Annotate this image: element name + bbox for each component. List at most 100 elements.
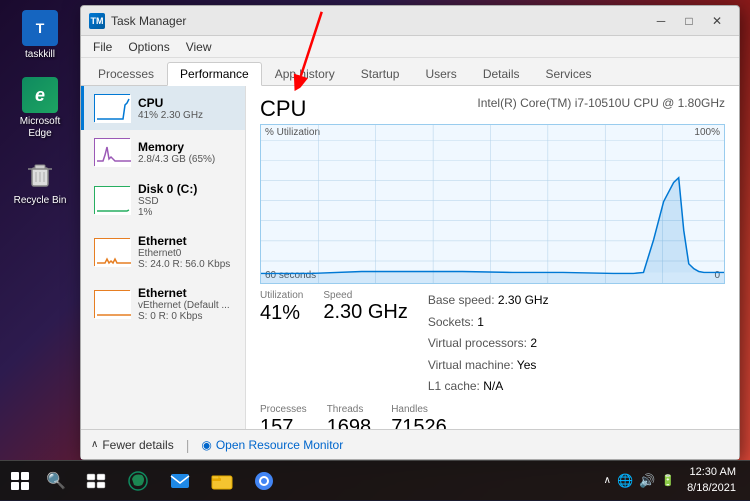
- vm-label: Virtual machine:: [428, 358, 514, 372]
- sidebar-item-memory[interactable]: Memory 2.8/4.3 GB (65%): [81, 130, 245, 174]
- windows-icon: [11, 472, 29, 490]
- sockets-value: 1: [477, 315, 484, 329]
- cpu-panel-title: CPU: [260, 96, 306, 122]
- minimize-button[interactable]: ─: [647, 7, 675, 35]
- ethernet1-thumbnail: [94, 238, 130, 266]
- tab-performance[interactable]: Performance: [167, 62, 262, 86]
- battery-icon: 🔋: [661, 474, 675, 487]
- taskbar-mail[interactable]: [160, 462, 200, 500]
- maximize-button[interactable]: □: [675, 7, 703, 35]
- ethernet2-name: Ethernet: [138, 286, 235, 300]
- desktop-icon-taskkill[interactable]: T taskkill: [10, 10, 70, 61]
- window-controls: ─ □ ✕: [647, 7, 731, 35]
- sidebar-item-ethernet1[interactable]: Ethernet Ethernet0 S: 24.0 R: 56.0 Kbps: [81, 226, 245, 278]
- utilization-value: 41%: [260, 301, 303, 325]
- processes-label: Processes: [260, 404, 307, 415]
- ethernet1-info: Ethernet Ethernet0 S: 24.0 R: 56.0 Kbps: [138, 234, 235, 270]
- sockets-label: Sockets:: [428, 315, 474, 329]
- l1cache-row: L1 cache: N/A: [428, 376, 549, 398]
- disk-sub: 1%: [138, 207, 235, 218]
- volume-icon[interactable]: 🔊: [639, 473, 655, 489]
- taskbar: 🔍 ∧ 🌐 🔊 🔋 12:30 AM: [0, 460, 750, 500]
- chevron-up-icon: ∧: [91, 439, 98, 450]
- show-hidden-icon[interactable]: ∧: [604, 475, 611, 486]
- vm-row: Virtual machine: Yes: [428, 355, 549, 377]
- menu-file[interactable]: File: [85, 38, 120, 56]
- tab-app-history[interactable]: App history: [262, 62, 348, 85]
- ethernet2-info: Ethernet vEthernet (Default ... S: 0 R: …: [138, 286, 235, 322]
- ethernet1-sub2: Ethernet0: [138, 248, 235, 259]
- open-resource-monitor-link[interactable]: ◉ Open Resource Monitor: [201, 438, 343, 452]
- taskbar-taskview[interactable]: [76, 462, 116, 500]
- utilization-block: Utilization 41%: [260, 290, 303, 398]
- ethernet2-sub: S: 0 R: 0 Kbps: [138, 311, 235, 322]
- ethernet1-sub: S: 24.0 R: 56.0 Kbps: [138, 259, 235, 270]
- cpu-name: CPU: [138, 96, 235, 110]
- menu-view[interactable]: View: [178, 38, 220, 56]
- clock-date: 8/18/2021: [687, 481, 736, 496]
- threads-value: 1698: [327, 415, 372, 429]
- threads-block: Threads 1698: [327, 404, 372, 429]
- sidebar-item-ethernet2[interactable]: Ethernet vEthernet (Default ... S: 0 R: …: [81, 278, 245, 330]
- main-stats: Utilization 41% Speed 2.30 GHz Base spee…: [260, 290, 549, 398]
- speed-label: Speed: [323, 290, 407, 301]
- vproc-row: Virtual processors: 2: [428, 333, 549, 355]
- window-title: Task Manager: [111, 14, 647, 28]
- handles-block: Handles 71526: [391, 404, 447, 429]
- cpu-chart: % Utilization 100% 60 seconds 0: [260, 124, 725, 284]
- cpu-detail-panel: CPU Intel(R) Core(TM) i7-10510U CPU @ 1.…: [246, 86, 739, 429]
- base-speed-row: Base speed: 2.30 GHz: [428, 290, 549, 312]
- sidebar-item-cpu[interactable]: CPU 41% 2.30 GHz: [81, 86, 245, 130]
- processes-value: 157: [260, 415, 307, 429]
- search-icon: 🔍: [46, 471, 66, 491]
- cpu-info: CPU 41% 2.30 GHz: [138, 96, 235, 121]
- ethernet2-sub2: vEthernet (Default ...: [138, 300, 235, 311]
- taskbar-chrome[interactable]: [244, 462, 284, 500]
- desktop-icon-recycle[interactable]: Recycle Bin: [10, 156, 70, 207]
- network-icon[interactable]: 🌐: [617, 473, 633, 489]
- system-clock[interactable]: 12:30 AM 8/18/2021: [679, 465, 744, 496]
- second-stats-row: Processes 157 Threads 1698 Handles 71526: [260, 404, 725, 429]
- taskbar-explorer[interactable]: [202, 462, 242, 500]
- bottom-bar: ∧ Fewer details | ◉ Open Resource Monito…: [81, 429, 739, 459]
- desktop-icon-label-taskkill: taskkill: [25, 49, 55, 61]
- title-bar-icon: TM: [89, 13, 105, 29]
- sidebar-item-disk[interactable]: Disk 0 (C:) SSD 1%: [81, 174, 245, 226]
- tab-startup[interactable]: Startup: [348, 62, 413, 85]
- close-button[interactable]: ✕: [703, 7, 731, 35]
- desktop-icons: T taskkill e MicrosoftEdge Recycle Bin: [10, 10, 70, 207]
- cpu-chart-svg: [261, 125, 724, 283]
- base-speed-label: Base speed:: [428, 293, 495, 307]
- separator: |: [186, 437, 190, 453]
- cpu-model: Intel(R) Core(TM) i7-10510U CPU @ 1.80GH…: [477, 96, 725, 110]
- speed-value: 2.30 GHz: [323, 301, 407, 324]
- task-manager-window: TM Task Manager ─ □ ✕ File Options View …: [80, 5, 740, 460]
- sockets-row: Sockets: 1: [428, 312, 549, 334]
- clock-time: 12:30 AM: [687, 465, 736, 480]
- menu-options[interactable]: Options: [120, 38, 177, 56]
- tab-bar: Processes Performance App history Startu…: [81, 58, 739, 86]
- threads-label: Threads: [327, 404, 372, 415]
- open-resource-monitor-label: Open Resource Monitor: [216, 438, 343, 452]
- processes-block: Processes 157: [260, 404, 307, 429]
- tab-processes[interactable]: Processes: [85, 62, 167, 85]
- speed-block: Speed 2.30 GHz: [323, 290, 407, 398]
- disk-sub2: SSD: [138, 196, 235, 207]
- fewer-details-button[interactable]: ∧ Fewer details: [91, 438, 174, 452]
- disk-thumbnail: [94, 186, 130, 214]
- cpu-thumbnail: [94, 94, 130, 122]
- handles-label: Handles: [391, 404, 447, 415]
- tab-services[interactable]: Services: [533, 62, 605, 85]
- memory-sub: 2.8/4.3 GB (65%): [138, 154, 235, 165]
- system-tray: ∧ 🌐 🔊 🔋 12:30 AM 8/18/2021: [604, 465, 750, 496]
- tab-details[interactable]: Details: [470, 62, 533, 85]
- title-bar: TM Task Manager ─ □ ✕: [81, 6, 739, 36]
- desktop-icon-edge[interactable]: e MicrosoftEdge: [10, 77, 70, 140]
- taskbar-edge[interactable]: [118, 462, 158, 500]
- utilization-label: Utilization: [260, 290, 303, 301]
- tab-users[interactable]: Users: [412, 62, 469, 85]
- right-stats: Base speed: 2.30 GHz Sockets: 1 Virtual …: [428, 290, 549, 398]
- taskbar-search[interactable]: 🔍: [40, 461, 72, 501]
- content-area: CPU 41% 2.30 GHz Memory: [81, 86, 739, 429]
- start-button[interactable]: [0, 461, 40, 501]
